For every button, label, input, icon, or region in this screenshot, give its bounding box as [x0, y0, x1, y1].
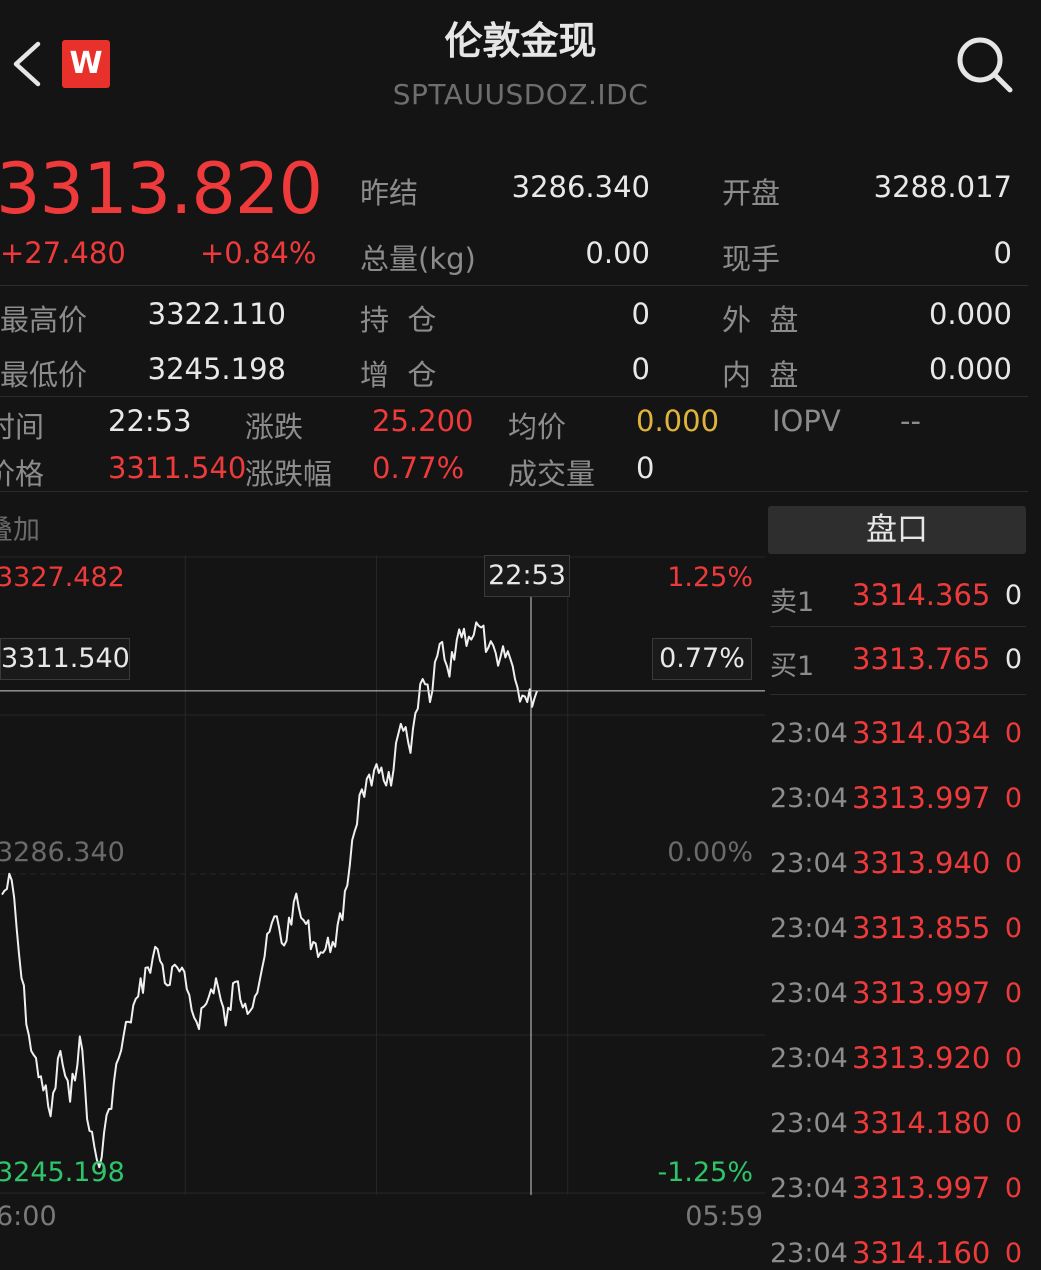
high-value: 3322.110: [147, 297, 286, 331]
cursor-pct-value: 0.77%: [372, 451, 465, 485]
high-label: 最高价: [0, 303, 88, 337]
current-hand-label: 现手: [722, 242, 781, 276]
tick-volume: 0: [1004, 1043, 1022, 1074]
price-change-pct: +0.84%: [200, 236, 317, 270]
tick-price: 3313.920: [852, 1041, 991, 1075]
tick-price: 3313.940: [852, 846, 991, 880]
outer-disk-label: 外 盘: [722, 303, 799, 337]
divider: [0, 491, 1028, 492]
tick-time: 23:04: [770, 913, 848, 944]
ask-level-label: 卖1: [770, 587, 815, 618]
cursor-avg-value: 0.000: [636, 404, 720, 438]
cursor-pct-tag: 0.77%: [652, 638, 752, 680]
tick-time: 23:04: [770, 783, 848, 814]
divider: [0, 396, 1028, 397]
search-button[interactable]: [952, 32, 1016, 96]
tick-price: 3314.160: [852, 1236, 991, 1270]
iopv-label: IOPV: [772, 404, 841, 438]
low-label: 最低价: [0, 358, 88, 392]
tick-price: 3313.997: [852, 1171, 991, 1205]
overlay-button[interactable]: 叠加: [0, 508, 40, 547]
divider: [770, 626, 1026, 627]
cursor-avg-label: 均价: [508, 410, 567, 444]
tab-orderbook[interactable]: 盘口: [768, 506, 1026, 554]
cursor-pct-label: 涨跌幅: [245, 457, 333, 491]
open-interest-value: 0: [631, 297, 650, 331]
pct-axis-mid-label: 0.00%: [667, 837, 753, 868]
inner-disk-label: 内 盘: [722, 358, 799, 392]
search-icon: [957, 37, 1013, 93]
cursor-time-tag: 22:53: [484, 555, 570, 597]
tick-time: 23:04: [770, 1108, 848, 1139]
bid-level-price: 3313.765: [852, 642, 991, 676]
tick-volume: 0: [1004, 1108, 1022, 1139]
pct-axis-bottom-label: -1.25%: [657, 1157, 753, 1188]
open-interest-label: 持 仓: [360, 303, 437, 337]
oi-change-value: 0: [631, 352, 650, 386]
x-axis-end-label: 05:59: [685, 1201, 763, 1232]
cursor-change-label: 涨跌: [245, 410, 304, 444]
outer-disk-value: 0.000: [928, 297, 1012, 331]
tick-price: 3313.855: [852, 911, 991, 945]
tick-price: 3313.997: [852, 976, 991, 1010]
cursor-price-label: 价格: [0, 457, 45, 491]
bid-level-label: 买1: [770, 651, 815, 682]
tick-volume: 0: [1004, 1238, 1022, 1269]
ask-level-price: 3314.365: [852, 578, 991, 612]
tick-volume: 0: [1004, 913, 1022, 944]
inner-disk-value: 0.000: [928, 352, 1012, 386]
open-value: 3288.017: [873, 170, 1012, 204]
tick-volume: 0: [1004, 718, 1022, 749]
cursor-time-value: 22:53: [108, 404, 192, 438]
prev-settle-label: 昨结: [360, 176, 419, 210]
tick-price: 3313.997: [852, 781, 991, 815]
prev-settle-value: 3286.340: [511, 170, 650, 204]
symbol-code: SPTAUUSDOZ.IDC: [392, 78, 649, 111]
current-hand-value: 0: [993, 236, 1012, 270]
tick-time: 23:04: [770, 848, 848, 879]
total-volume-label: 总量(kg): [360, 242, 476, 276]
price-change: +27.480: [0, 236, 126, 270]
tick-time: 23:04: [770, 978, 848, 1009]
cursor-volume-label: 成交量: [508, 457, 596, 491]
ask-level-volume: 0: [1004, 580, 1022, 611]
tick-time: 23:04: [770, 1238, 848, 1269]
cursor-change-value: 25.200: [372, 404, 474, 438]
tick-volume: 0: [1004, 783, 1022, 814]
tick-time: 23:04: [770, 1173, 848, 1204]
price-series-line: [1, 621, 538, 1169]
low-value: 3245.198: [147, 352, 286, 386]
last-price: 3313.820: [0, 148, 323, 230]
tick-price: 3314.034: [852, 716, 991, 750]
tick-price: 3314.180: [852, 1106, 991, 1140]
page-title: 伦敦金现: [444, 19, 597, 63]
cursor-volume-value: 0: [636, 451, 655, 485]
cursor-time-label: 时间: [0, 410, 45, 444]
total-volume-value: 0.00: [585, 236, 650, 270]
divider: [0, 285, 1028, 286]
tick-volume: 0: [1004, 848, 1022, 879]
tick-volume: 0: [1004, 978, 1022, 1009]
cursor-price-value: 3311.540: [108, 451, 247, 485]
tick-time: 23:04: [770, 1043, 848, 1074]
iopv-value: --: [900, 404, 921, 438]
pct-axis-top-label: 1.25%: [667, 562, 753, 593]
cursor-price-tag: 3311.540: [0, 638, 130, 680]
tick-volume: 0: [1004, 1173, 1022, 1204]
open-label: 开盘: [722, 176, 781, 210]
oi-change-label: 增 仓: [360, 358, 437, 392]
bid-level-volume: 0: [1004, 644, 1022, 675]
divider: [770, 694, 1026, 695]
tick-time: 23:04: [770, 718, 848, 749]
